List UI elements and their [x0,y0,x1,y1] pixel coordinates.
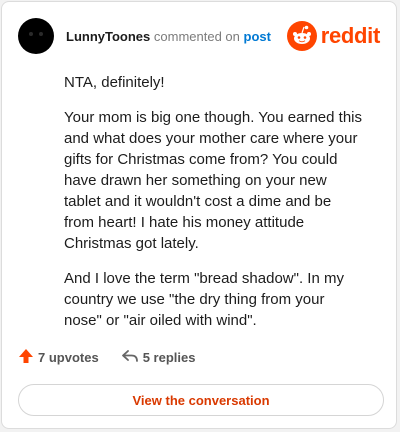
comment-body: NTA, definitely! Your mom is big one tho… [64,72,364,345]
upvotes-count: 7 upvotes [38,350,99,365]
reddit-snoo-icon [286,21,317,51]
comment-embed-card: LunnyToones commented on post reddit NTA… [1,1,397,429]
upvote-arrow-icon [18,348,38,367]
comment-paragraph: Your mom is big one though. You earned t… [64,109,362,252]
view-conversation-button[interactable]: View the conversation [18,384,384,416]
avatar-eye [29,32,33,36]
replies-stat[interactable]: 5 replies [121,349,196,366]
avatar[interactable] [18,18,54,54]
replies-count: 5 replies [142,350,196,365]
comment-paragraph: NTA, definitely! [64,74,165,91]
reply-arrow-icon [121,349,143,366]
comment-header: LunnyToones commented on post reddit [18,16,380,56]
comment-meta: LunnyToones commented on post [66,29,271,44]
reddit-wordmark: reddit [320,23,381,48]
upvotes-stat[interactable]: 7 upvotes [18,348,99,367]
username-link[interactable]: LunnyToones [66,29,150,44]
comment-paragraph: And I love the term "bread shadow". In m… [64,270,344,329]
post-link[interactable]: post [244,29,271,44]
comment-footer: 7 upvotes 5 replies [18,348,195,367]
action-text: commented on [153,28,240,44]
avatar-eye [39,32,43,36]
reddit-logo[interactable]: reddit [286,21,381,51]
